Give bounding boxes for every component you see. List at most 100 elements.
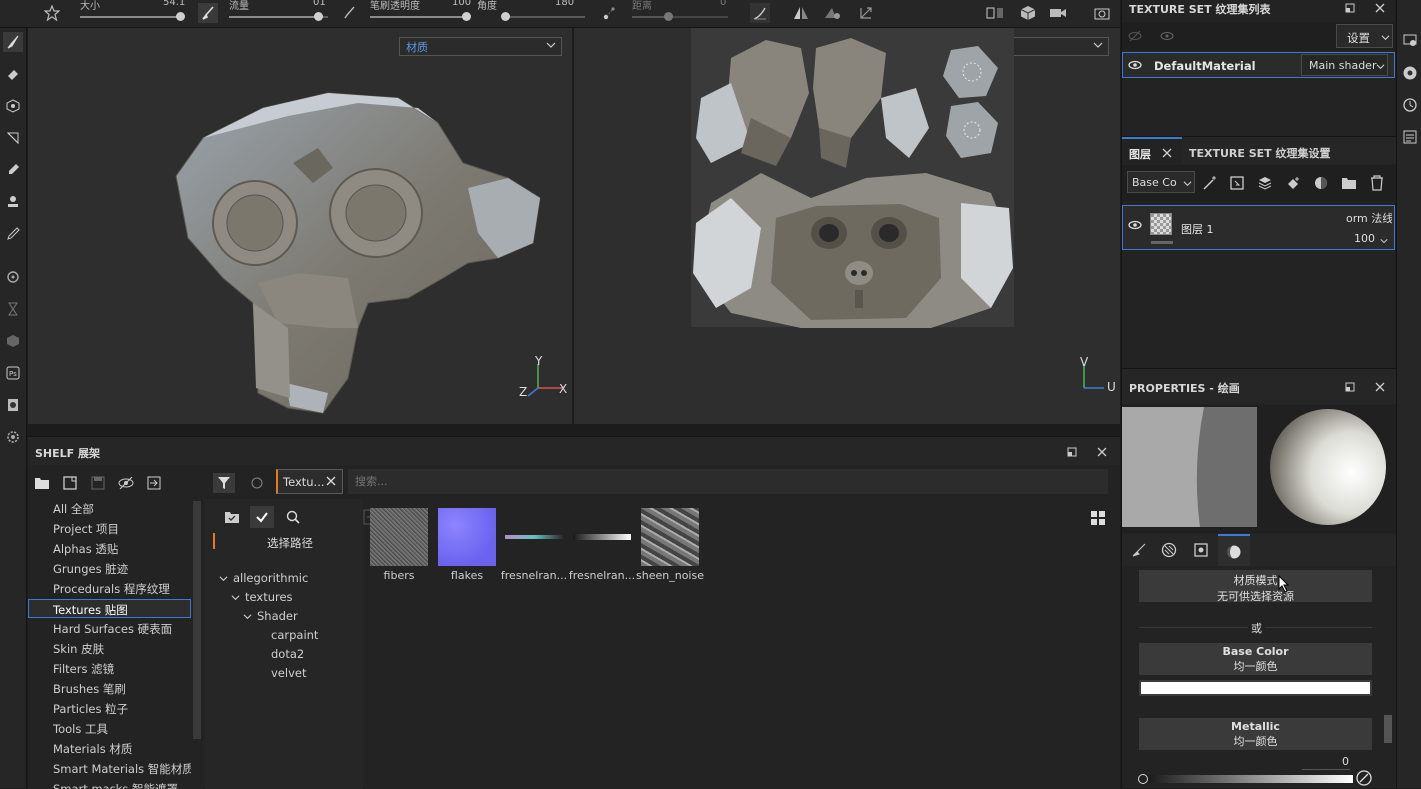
shader-dropdown[interactable]: Main shader xyxy=(1301,54,1388,76)
clone-stamp-tool-icon[interactable] xyxy=(3,192,23,212)
properties-scrollbar[interactable] xyxy=(1384,715,1392,743)
texture-thumb-fresnel-2[interactable] xyxy=(573,534,631,540)
add-folder-icon[interactable] xyxy=(1341,175,1357,191)
brush-preset-icon[interactable] xyxy=(42,3,62,23)
texture-set-row[interactable]: DefaultMaterial Main shader xyxy=(1122,52,1395,78)
close-icon[interactable] xyxy=(1162,148,1172,161)
environment-icon[interactable] xyxy=(1402,65,1418,81)
iray-render-icon[interactable] xyxy=(3,331,23,351)
layer-row[interactable]: 图层 1 orm 法线 100 xyxy=(1122,205,1395,250)
metallic-slider[interactable] xyxy=(1138,774,1353,784)
polygon-fill-tool-icon[interactable] xyxy=(3,128,23,148)
angle-slider[interactable] xyxy=(501,12,585,21)
tree-expand-chevron-icon[interactable] xyxy=(243,611,252,624)
import-icon[interactable] xyxy=(145,475,163,491)
transform-icon[interactable] xyxy=(856,3,876,23)
plugin-gear-icon[interactable] xyxy=(3,427,23,447)
texture-thumb-fresnel-1[interactable] xyxy=(505,535,563,539)
shelf-category-item[interactable]: Procedurals 程序纹理 xyxy=(53,581,170,597)
shelf-category-item[interactable]: Materials 材质 xyxy=(53,741,132,757)
stroke-curve-icon[interactable] xyxy=(750,3,770,23)
shelf-category-item[interactable]: Alphas 透贴 xyxy=(53,541,118,557)
tab-texture-set-settings[interactable]: TEXTURE SET 纹理集设置 xyxy=(1183,137,1333,165)
pipette-icon[interactable] xyxy=(1356,770,1372,788)
material-mode-button[interactable]: 材质模式 无可供选择资源 xyxy=(1139,570,1372,603)
shelf-category-item[interactable]: Skin 皮肤 xyxy=(53,641,104,657)
substance-share-icon[interactable] xyxy=(3,395,23,415)
cube-view-icon[interactable] xyxy=(1018,3,1038,23)
photoshop-export-icon[interactable]: Ps xyxy=(3,363,23,383)
tree-item[interactable]: dota2 xyxy=(271,647,304,661)
add-effect-wand-icon[interactable] xyxy=(1202,175,1218,191)
layer-blend-mode[interactable]: orm 法线 xyxy=(1346,210,1392,226)
smudge-tool-icon[interactable] xyxy=(3,160,23,180)
filter-funnel-icon[interactable] xyxy=(213,473,235,493)
tree-item[interactable]: carpaint xyxy=(271,628,318,642)
folder-icon[interactable] xyxy=(33,475,51,491)
close-icon[interactable] xyxy=(1373,380,1387,394)
tree-expand-chevron-icon[interactable] xyxy=(219,573,228,586)
base-color-swatch[interactable] xyxy=(1139,680,1372,696)
reset-filter-icon[interactable] xyxy=(248,474,266,492)
eraser-tool-icon[interactable] xyxy=(3,64,23,84)
shelf-category-item[interactable]: Filters 滤镜 xyxy=(53,661,114,677)
projection-icon[interactable] xyxy=(822,3,842,23)
new-shelf-icon[interactable] xyxy=(61,475,79,491)
smart-material-icon[interactable] xyxy=(1313,175,1329,191)
history-icon[interactable] xyxy=(1402,97,1418,113)
flow-slider[interactable] xyxy=(229,12,328,21)
layer-opacity[interactable]: 100 xyxy=(1354,232,1375,245)
metallic-button[interactable]: Metallic 均一颜色 xyxy=(1139,718,1372,750)
tree-item[interactable]: textures xyxy=(245,590,293,604)
show-all-icon[interactable] xyxy=(1160,29,1174,43)
base-color-button[interactable]: Base Color 均一颜色 xyxy=(1139,643,1372,675)
layer-visibility-eye-icon[interactable] xyxy=(1128,219,1142,234)
paint-brush-tool-icon[interactable] xyxy=(3,32,23,52)
screenshot-camera-icon[interactable] xyxy=(1092,3,1112,23)
close-icon[interactable] xyxy=(1373,1,1387,15)
category-scrollbar[interactable] xyxy=(193,501,201,739)
delete-trash-icon[interactable] xyxy=(1369,175,1385,191)
shelf-category-item[interactable]: Brushes 笔刷 xyxy=(53,681,126,697)
viewport-3d[interactable]: 材质 Y X Z xyxy=(28,28,572,424)
hourglass-tool-icon[interactable] xyxy=(3,299,23,319)
lazy-mouse-icon[interactable] xyxy=(600,3,620,23)
alpha-properties-icon[interactable] xyxy=(1161,542,1177,558)
metallic-value[interactable]: 0 xyxy=(1342,755,1349,768)
tree-item[interactable]: velvet xyxy=(271,666,306,680)
tab-layers[interactable]: 图层 xyxy=(1122,137,1182,165)
visibility-eye-icon[interactable] xyxy=(1128,59,1142,74)
stencil-properties-icon[interactable] xyxy=(1193,542,1209,558)
brush-icon[interactable] xyxy=(198,3,218,23)
color-picker-tool-icon[interactable] xyxy=(3,224,23,244)
log-icon[interactable] xyxy=(1402,129,1418,145)
float-panel-icon[interactable] xyxy=(1343,380,1357,394)
symmetry-icon[interactable] xyxy=(791,3,811,23)
bake-tool-icon[interactable] xyxy=(3,267,23,287)
slider-knob[interactable] xyxy=(1138,774,1148,784)
material-properties-tab[interactable] xyxy=(1218,534,1250,566)
settings-dropdown[interactable]: 设置 xyxy=(1336,24,1393,48)
size-slider[interactable] xyxy=(80,12,185,21)
split-view-icon[interactable] xyxy=(985,3,1005,23)
projection-tool-icon[interactable] xyxy=(3,96,23,116)
shelf-category-item[interactable]: All 全部 xyxy=(53,501,94,517)
channel-dropdown[interactable]: Base Co xyxy=(1127,171,1195,193)
float-panel-icon[interactable] xyxy=(1343,1,1357,15)
texture-thumb-sheen-noise[interactable] xyxy=(641,508,699,566)
brush-properties-icon[interactable] xyxy=(1131,542,1147,558)
select-path-label[interactable]: 选择路径 xyxy=(267,535,313,551)
tree-item[interactable]: Shader xyxy=(257,609,298,623)
layer-name[interactable]: 图层 1 xyxy=(1181,221,1214,237)
shelf-category-item[interactable]: Grunges 脏迹 xyxy=(53,561,128,577)
pen-pressure-icon[interactable] xyxy=(339,3,359,23)
add-layer-icon[interactable] xyxy=(1257,175,1273,191)
folder-filter-icon[interactable] xyxy=(223,509,241,525)
texture-thumb-flakes[interactable] xyxy=(438,508,496,566)
add-mask-icon[interactable] xyxy=(1229,175,1245,191)
shelf-category-item[interactable]: Textures 贴图 xyxy=(28,599,191,618)
camera-video-icon[interactable] xyxy=(1048,3,1068,23)
shelf-category-item[interactable]: Project 项目 xyxy=(53,521,119,537)
spacing-slider[interactable] xyxy=(632,12,728,21)
viewport-2d[interactable]: 材质 V U xyxy=(574,28,1120,424)
